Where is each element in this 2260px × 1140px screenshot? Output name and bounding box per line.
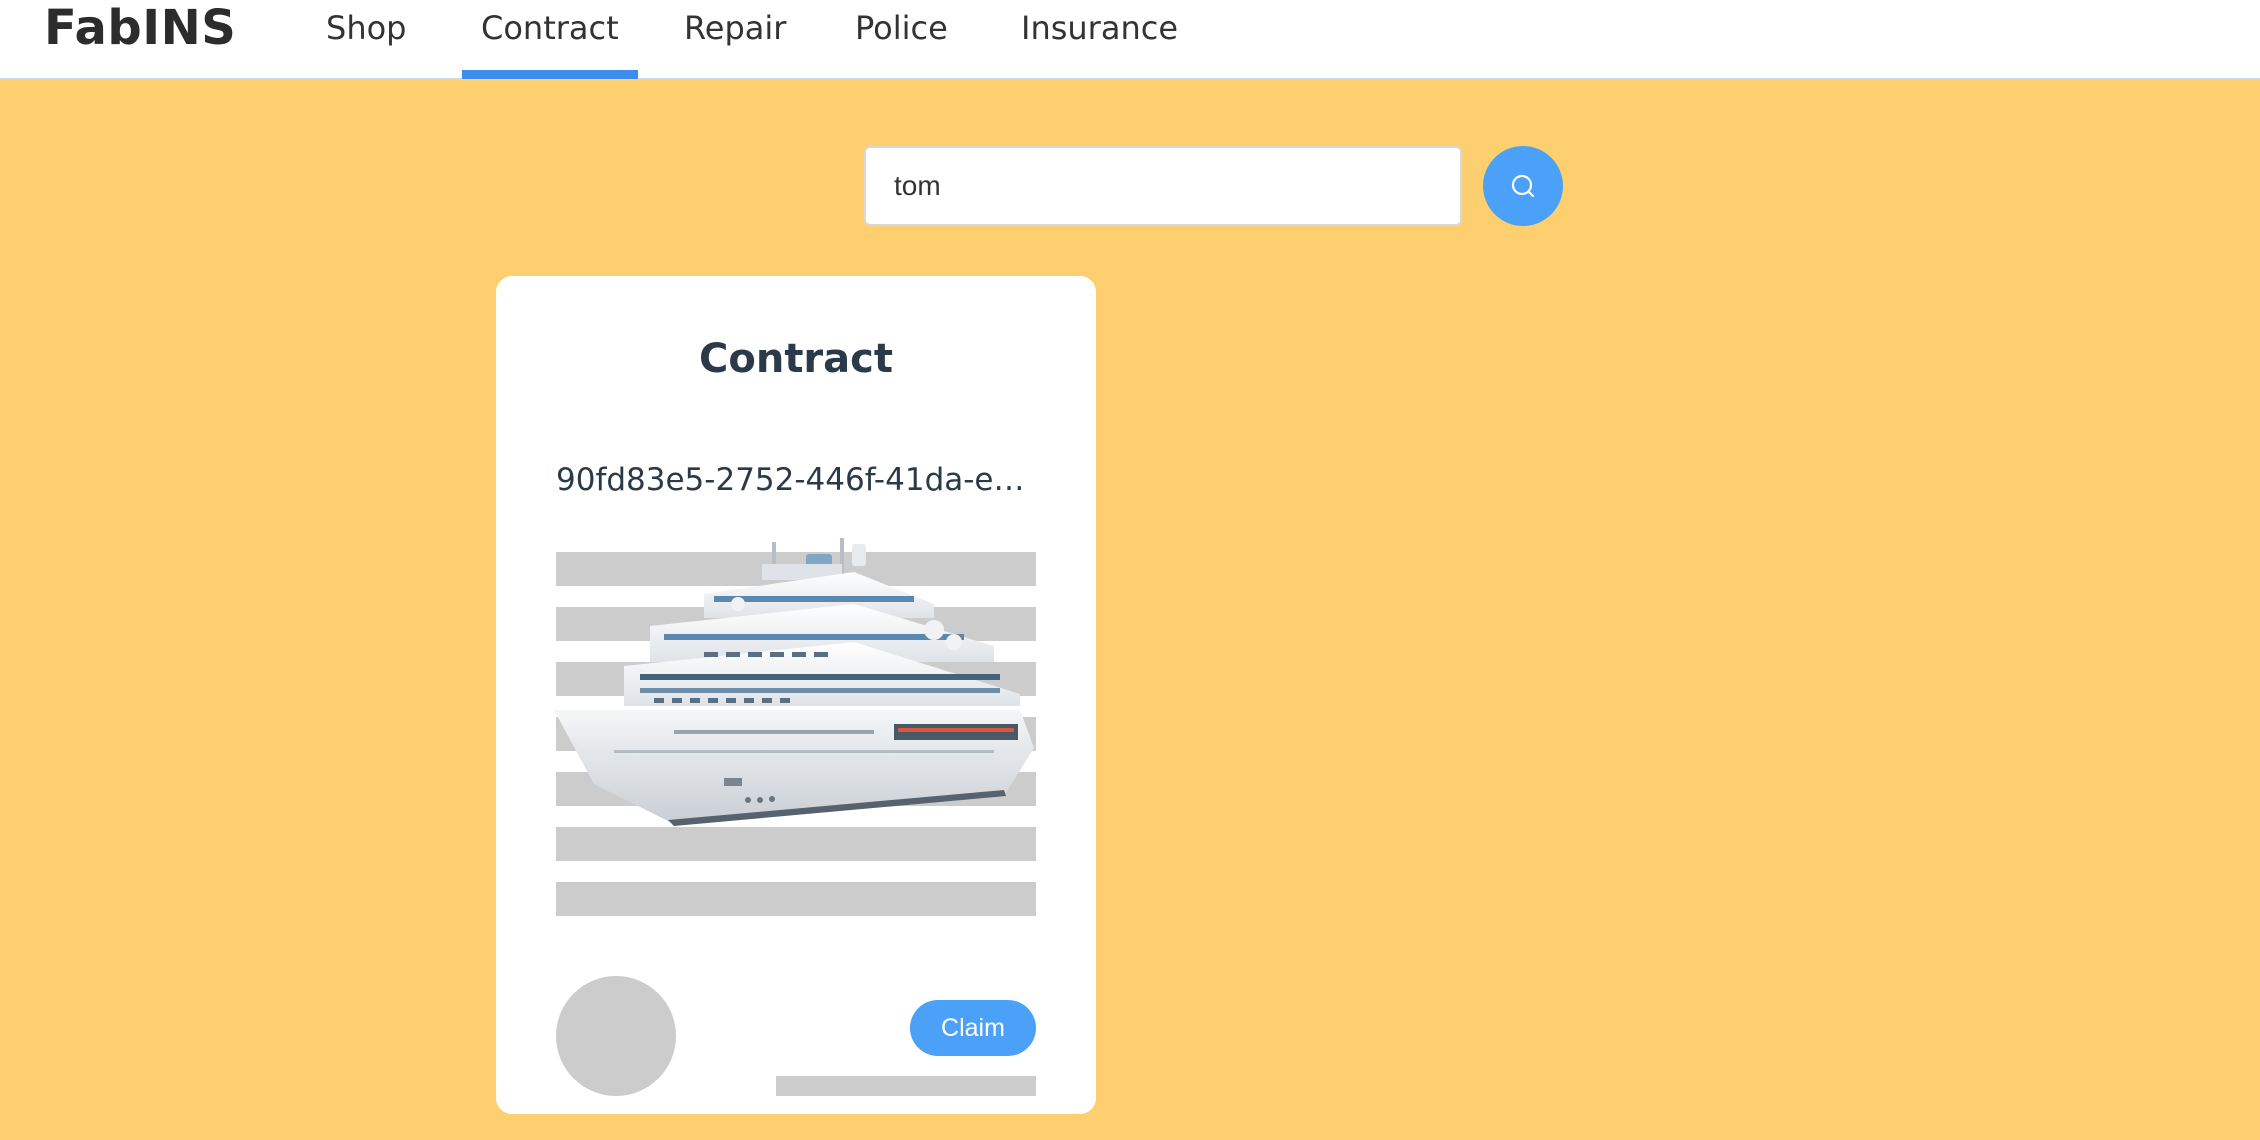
- skeleton-line: [556, 882, 1036, 916]
- tab-insurance-label: Insurance: [1021, 9, 1178, 47]
- tab-contract[interactable]: Contract: [462, 0, 638, 79]
- avatar-placeholder: [556, 976, 676, 1096]
- top-navbar: FabINS Shop Contract Repair Police Insur…: [0, 0, 2260, 80]
- tab-shop[interactable]: Shop: [326, 0, 406, 56]
- claim-button[interactable]: Claim: [910, 1000, 1036, 1056]
- search-icon: [1511, 174, 1535, 198]
- tab-police-label: Police: [855, 9, 948, 47]
- contract-id[interactable]: 90fd83e5-2752-446f-41da-ee2…: [556, 462, 1036, 498]
- search-input[interactable]: [864, 146, 1462, 226]
- brand-logo[interactable]: FabINS: [44, 0, 236, 56]
- skeleton-line: [776, 1076, 1036, 1096]
- tab-insurance[interactable]: Insurance: [1021, 0, 1178, 56]
- cruise-ship-image: [554, 538, 1034, 826]
- tab-police[interactable]: Police: [855, 0, 948, 56]
- card-title: Contract: [699, 336, 893, 382]
- tab-contract-label: Contract: [481, 9, 619, 47]
- tab-shop-label: Shop: [326, 9, 407, 47]
- tab-repair[interactable]: Repair: [684, 0, 786, 56]
- contract-card: Contract 90fd83e5-2752-446f-41da-ee2… Cl…: [496, 276, 1096, 1114]
- search-button[interactable]: [1483, 146, 1563, 226]
- tab-repair-label: Repair: [684, 9, 787, 47]
